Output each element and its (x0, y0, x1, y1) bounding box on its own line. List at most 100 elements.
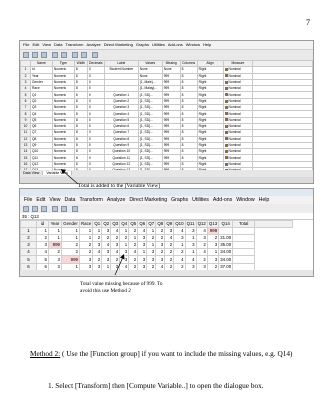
table-cell[interactable]: 2 (78, 241, 94, 250)
menu-item[interactable]: Direct Marketing (129, 197, 167, 203)
menu-item[interactable]: View (49, 197, 60, 203)
table-cell[interactable]: 2 (61, 248, 80, 257)
table-cell[interactable]: 2 (155, 234, 166, 243)
table-cell[interactable]: 1 (61, 234, 80, 243)
menu-item[interactable]: Direct Marketing (104, 42, 133, 47)
menu-item[interactable]: View (42, 42, 51, 47)
table-cell[interactable]: 3 (155, 241, 166, 250)
row-number[interactable]: 3 (20, 241, 37, 250)
table-cell[interactable]: 2 (128, 241, 139, 250)
menu-item[interactable]: Help (259, 197, 270, 203)
table-cell[interactable]: 3 (155, 255, 166, 264)
table-cell[interactable]: 3 (101, 248, 112, 257)
table-cell[interactable]: 2 (119, 234, 130, 243)
table-cell[interactable]: 1 (184, 234, 197, 243)
table-cell[interactable]: 4 (173, 255, 186, 264)
table-cell[interactable]: 4 (92, 248, 103, 257)
table-cell[interactable]: 2 (173, 248, 186, 257)
menu-item[interactable]: Data (54, 42, 62, 47)
menu-item[interactable]: Utilities (192, 197, 209, 203)
table-cell[interactable]: 4 (110, 227, 121, 236)
table-cell[interactable]: 1 (48, 234, 62, 243)
table-cell[interactable]: 1 (146, 241, 157, 250)
table-cell[interactable]: 2 (206, 234, 220, 243)
table-cell[interactable]: 2 (195, 241, 208, 250)
table-cell[interactable]: 34.00 (218, 248, 234, 257)
table-cell[interactable]: 3 (92, 241, 103, 250)
table-cell[interactable]: 3 (110, 241, 121, 250)
table-cell[interactable]: 4 (164, 234, 175, 243)
table-cell[interactable]: 2 (92, 255, 103, 264)
table-cell[interactable]: 3 (101, 227, 112, 236)
table-cell[interactable]: 3 (36, 241, 49, 250)
table-cell[interactable]: 3 (101, 255, 112, 264)
table-cell[interactable]: 2 (164, 255, 175, 264)
table-cell[interactable]: 4 (184, 255, 197, 264)
table-cell[interactable]: 3 (146, 255, 157, 264)
table-cell[interactable]: 3 (206, 241, 220, 250)
table-cell[interactable]: 2 (128, 227, 139, 236)
row-number[interactable]: 5 (20, 255, 37, 264)
table-cell[interactable]: 4 (173, 227, 186, 236)
table-cell[interactable]: 2 (61, 241, 80, 250)
menu-item[interactable]: Transform (65, 42, 83, 47)
menu-item[interactable]: Edit (36, 197, 45, 203)
table-cell[interactable]: 999 (206, 227, 220, 236)
table-cell[interactable]: 21.00 (218, 234, 234, 243)
table-cell[interactable]: 1 (146, 227, 157, 236)
table-cell[interactable]: 2 (78, 248, 94, 257)
table-cell[interactable]: Student Number (103, 66, 139, 74)
table-cell[interactable]: 1 (119, 227, 130, 236)
table-cell[interactable]: 3 (195, 234, 208, 243)
table-cell[interactable]: 3 (173, 234, 186, 243)
table-cell[interactable]: 1 (36, 227, 49, 236)
table-cell[interactable]: 2 (101, 234, 112, 243)
table-cell[interactable]: 2 (36, 234, 49, 243)
table-cell[interactable]: 4 (195, 248, 208, 257)
table-cell[interactable]: 1 (92, 227, 103, 236)
menu-item[interactable]: Transform (79, 197, 102, 203)
table-cell[interactable]: 2 (195, 255, 208, 264)
table-cell[interactable]: 1 (78, 227, 94, 236)
menu-item[interactable]: Add-ons (168, 42, 183, 47)
table-cell[interactable]: 1 (48, 227, 62, 236)
table-cell[interactable]: 1 (128, 234, 139, 243)
table-cell[interactable]: 3 (137, 255, 148, 264)
table-cell[interactable]: 1 (119, 241, 130, 250)
menu-item[interactable]: Window (186, 42, 200, 47)
table-cell[interactable]: 2 (146, 234, 157, 243)
table-cell[interactable]: 3 (206, 255, 220, 264)
table-cell[interactable]: 2 (48, 248, 62, 257)
table-cell[interactable]: 1 (137, 248, 148, 257)
table-cell[interactable]: 3 (146, 248, 157, 257)
table-cell[interactable]: 34.00 (218, 255, 234, 264)
menu-item[interactable]: Utilities (152, 42, 165, 47)
table-cell[interactable]: 3 (137, 241, 148, 250)
row-number[interactable]: 4 (20, 248, 37, 257)
table-cell[interactable]: 999 (61, 255, 80, 264)
table-cell[interactable]: 2 (128, 255, 139, 264)
table-cell[interactable]: 1 (206, 248, 220, 257)
table-cell[interactable]: 2 (110, 234, 121, 243)
menu-item[interactable]: Help (203, 42, 211, 47)
table-cell[interactable]: 4 (128, 248, 139, 257)
view-tab[interactable]: Data View (20, 171, 44, 175)
menu-item[interactable]: Window (236, 197, 254, 203)
table-cell[interactable]: 1 (184, 248, 197, 257)
table-cell[interactable]: 2 (155, 248, 166, 257)
menu-item[interactable]: Edit (32, 42, 39, 47)
table-cell[interactable]: 4 (36, 248, 49, 257)
table-cell[interactable]: 999 (48, 241, 62, 250)
table-cell[interactable]: 4 (137, 227, 148, 236)
table-cell[interactable]: 2 (155, 227, 166, 236)
menu-item[interactable]: Add-ons (213, 197, 232, 203)
table-cell[interactable]: 4 (101, 241, 112, 250)
table-cell[interactable]: 4 (195, 227, 208, 236)
menu-item[interactable]: File (24, 197, 32, 203)
table-cell[interactable]: 2 (92, 234, 103, 243)
row-number[interactable]: 1 (20, 227, 37, 236)
table-cell[interactable]: 2 (164, 248, 175, 257)
table-cell[interactable]: 2 (164, 241, 175, 250)
table-cell[interactable]: 3 (184, 227, 197, 236)
table-cell[interactable]: 3 (48, 255, 62, 264)
